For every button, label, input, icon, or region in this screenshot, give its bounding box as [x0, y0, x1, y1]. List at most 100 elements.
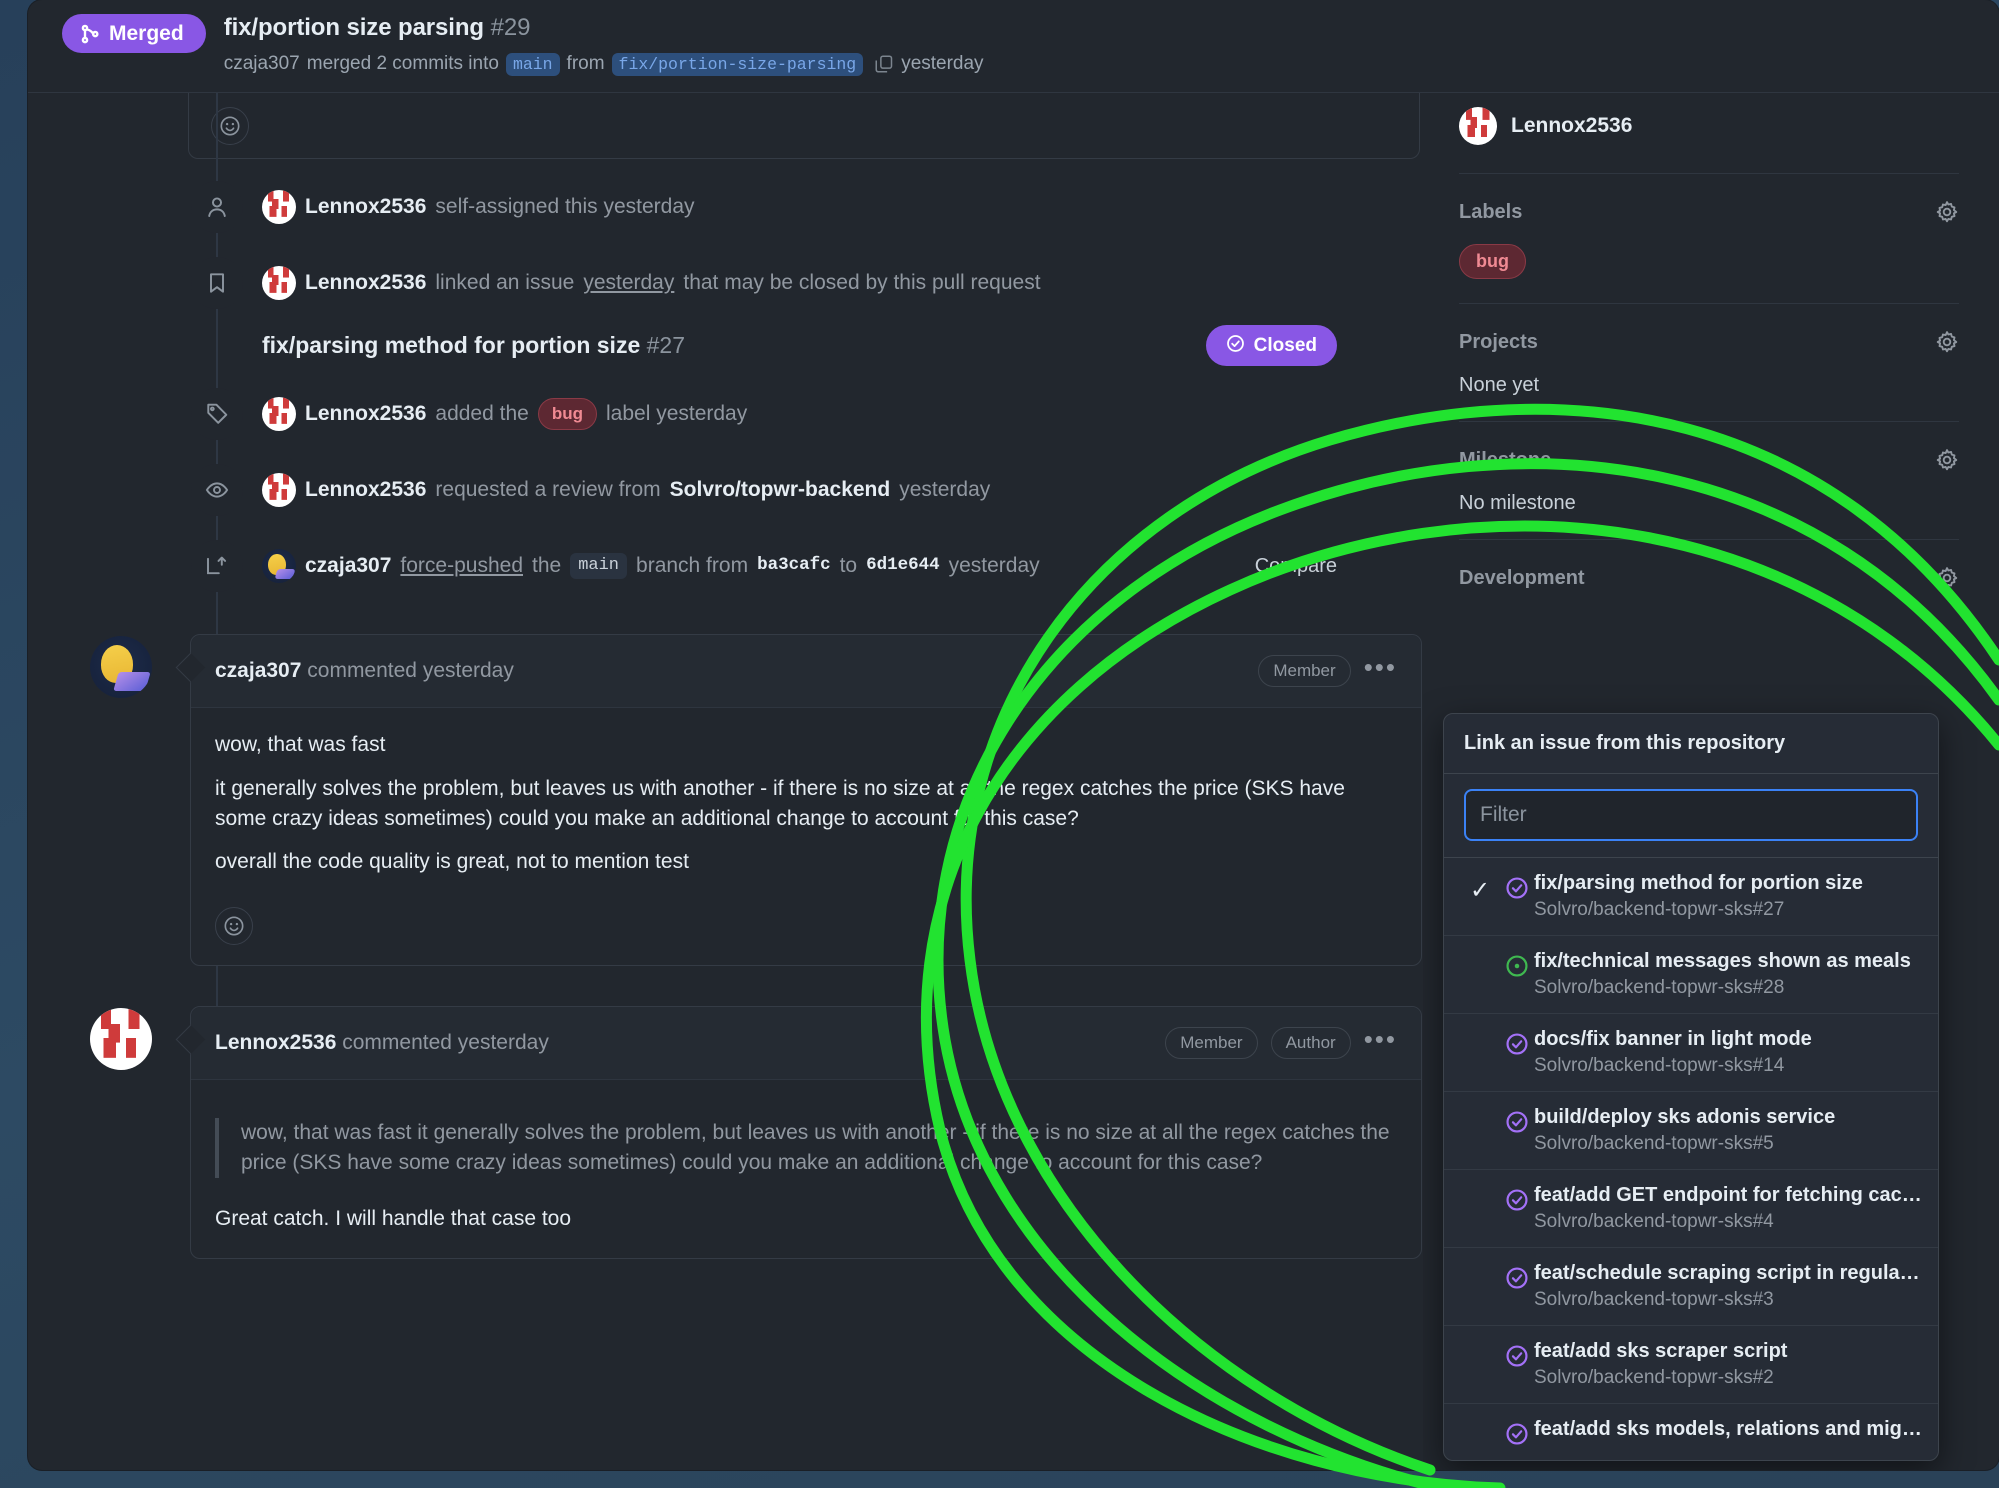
merge-actor[interactable]: czaja307 — [224, 53, 300, 76]
event-text-a: added the — [435, 401, 529, 425]
linked-issue-number: #27 — [646, 332, 686, 358]
event-text-b: branch from — [636, 553, 749, 577]
section-header: Labels — [1459, 200, 1959, 224]
comment-czaja307: czaja307 commented yesterday Member ••• … — [28, 634, 1423, 967]
comment-quote: wow, that was fast it generally solves t… — [215, 1118, 1397, 1178]
compare-link[interactable]: Compare — [1255, 555, 1337, 578]
comment-footer — [191, 901, 1421, 965]
comment-meta: commented yesterday — [307, 659, 514, 682]
comment-author[interactable]: czaja307 — [215, 659, 301, 682]
event-actor[interactable]: Lennox2536 — [305, 400, 426, 428]
selected-check-icon: ✓ — [1469, 877, 1491, 904]
issue-ref: Solvro/backend-topwr-sks#2 — [1534, 1367, 1774, 1388]
event-actor[interactable]: czaja307 — [305, 552, 391, 580]
pr-state-label: Merged — [109, 22, 184, 45]
sha-from[interactable]: ba3cafc — [757, 554, 831, 578]
sidebar-section-projects: Projects None yet — [1459, 304, 1959, 421]
issue-closed-icon — [1500, 1106, 1534, 1134]
force-push-link[interactable]: force-pushed — [400, 552, 523, 580]
comment-author[interactable]: Lennox2536 — [215, 1031, 336, 1054]
event-text-b: label yesterday — [605, 401, 748, 425]
list-item[interactable]: ✓ fix/parsing method for portion size So… — [1444, 858, 1938, 936]
pr-state-badge: Merged — [62, 14, 206, 53]
branch-chip[interactable]: main — [570, 552, 628, 580]
selected-check-placeholder — [1460, 1184, 1500, 1188]
duck-avatar[interactable] — [90, 636, 152, 698]
assignee-name: Lennox2536 — [1511, 114, 1633, 137]
comment-header-actions: Member Author ••• — [1165, 1026, 1397, 1060]
sidebar-section-labels: Labels bug — [1459, 174, 1959, 303]
linked-issue-title-text: fix/parsing method for portion size — [262, 332, 641, 358]
gear-icon[interactable] — [1935, 448, 1959, 472]
bookmark-icon — [191, 257, 243, 309]
list-item-text: feat/add sks models, relations and mig… — [1534, 1418, 1922, 1441]
person-icon — [191, 181, 243, 233]
role-badge-member: Member — [1165, 1027, 1258, 1060]
selected-check-placeholder — [1460, 1262, 1500, 1266]
sha-to[interactable]: 6d1e644 — [866, 554, 940, 578]
pr-header-text: fix/portion size parsing #29 czaja307 me… — [224, 14, 984, 77]
list-item[interactable]: build/deploy sks adonis service Solvro/b… — [1444, 1092, 1938, 1170]
issue-ref: Solvro/backend-topwr-sks#27 — [1534, 899, 1785, 920]
comment-body: wow, that was fast it generally solves t… — [191, 1080, 1421, 1257]
pr-header: Merged fix/portion size parsing #29 czaj… — [28, 0, 1999, 93]
event-actor[interactable]: Lennox2536 — [305, 269, 426, 297]
event-content: Lennox2536 added the bug label yesterday — [188, 397, 747, 431]
event-text: self-assigned this yesterday — [435, 194, 695, 218]
kebab-menu-icon[interactable]: ••• — [1364, 1026, 1397, 1060]
section-header: Milestone — [1459, 448, 1959, 472]
label-chip[interactable]: bug — [537, 397, 597, 431]
lennox-avatar[interactable] — [90, 1008, 152, 1071]
linked-issue-title[interactable]: fix/parsing method for portion size #27 — [262, 332, 685, 359]
copy-icon[interactable] — [874, 54, 894, 74]
issue-title: feat/add sks models, relations and mig… — [1534, 1418, 1922, 1440]
duck-avatar — [262, 549, 296, 583]
issue-ref: Solvro/backend-topwr-sks#4 — [1534, 1211, 1774, 1232]
selected-check-placeholder — [1460, 950, 1500, 954]
eye-icon — [191, 464, 243, 516]
list-item[interactable]: feat/add sks scraper script Solvro/backe… — [1444, 1326, 1938, 1404]
event-time-link[interactable]: yesterday — [583, 269, 674, 297]
pr-title: fix/portion size parsing #29 — [224, 14, 984, 42]
gear-icon[interactable] — [1935, 566, 1959, 590]
browser-window: Merged fix/portion size parsing #29 czaj… — [28, 0, 1999, 1470]
status-badge: Closed — [1205, 325, 1337, 366]
kebab-menu-icon[interactable]: ••• — [1364, 654, 1397, 688]
milestone-empty: No milestone — [1459, 492, 1576, 514]
timeline-event-added-label: Lennox2536 added the bug label yesterday — [28, 386, 1423, 442]
list-item[interactable]: docs/fix banner in light mode Solvro/bac… — [1444, 1014, 1938, 1092]
review-team[interactable]: Solvro/topwr-backend — [670, 476, 891, 504]
gear-icon[interactable] — [1935, 330, 1959, 354]
list-item-text: fix/parsing method for portion size Solv… — [1534, 872, 1922, 921]
reaction-row — [189, 93, 1419, 161]
list-item[interactable]: feat/add sks models, relations and mig… — [1444, 1404, 1938, 1460]
selected-check-placeholder — [1460, 1340, 1500, 1344]
list-item[interactable]: fix/technical messages shown as meals So… — [1444, 936, 1938, 1014]
lennox-avatar — [262, 190, 296, 224]
event-text-b: that may be closed by this pull request — [683, 270, 1041, 294]
sidebar-section-milestone: Milestone No milestone — [1459, 422, 1959, 539]
event-actor[interactable]: Lennox2536 — [305, 193, 426, 221]
list-item[interactable]: feat/schedule scraping script in regula…… — [1444, 1248, 1938, 1326]
event-actor[interactable]: Lennox2536 — [305, 476, 426, 504]
dropdown-list: ✓ fix/parsing method for portion size So… — [1444, 858, 1938, 1460]
force-push-icon — [191, 540, 243, 592]
head-branch-chip[interactable]: fix/portion-size-parsing — [611, 52, 864, 77]
list-item-text: docs/fix banner in light mode Solvro/bac… — [1534, 1028, 1922, 1077]
list-item-text: feat/add GET endpoint for fetching cac… … — [1534, 1184, 1922, 1233]
timeline-column: Lennox2536 self-assigned this yesterday … — [28, 93, 1423, 1470]
comment-paragraph: it generally solves the problem, but lea… — [215, 776, 1345, 830]
filter-input[interactable] — [1464, 789, 1918, 841]
issue-closed-icon — [1500, 1262, 1534, 1290]
assignee-row[interactable]: Lennox2536 — [1459, 93, 1959, 173]
lennox-avatar — [262, 473, 296, 507]
issue-closed-icon — [1500, 1028, 1534, 1056]
list-item-text: feat/schedule scraping script in regula…… — [1534, 1262, 1922, 1311]
list-item[interactable]: feat/add GET endpoint for fetching cac… … — [1444, 1170, 1938, 1248]
merge-icon — [80, 24, 100, 44]
comment-body: wow, that was fast it generally solves t… — [191, 708, 1421, 901]
label-bug[interactable]: bug — [1459, 244, 1526, 279]
base-branch-chip[interactable]: main — [505, 52, 560, 77]
gear-icon[interactable] — [1935, 200, 1959, 224]
smiley-face-icon[interactable] — [215, 907, 253, 946]
